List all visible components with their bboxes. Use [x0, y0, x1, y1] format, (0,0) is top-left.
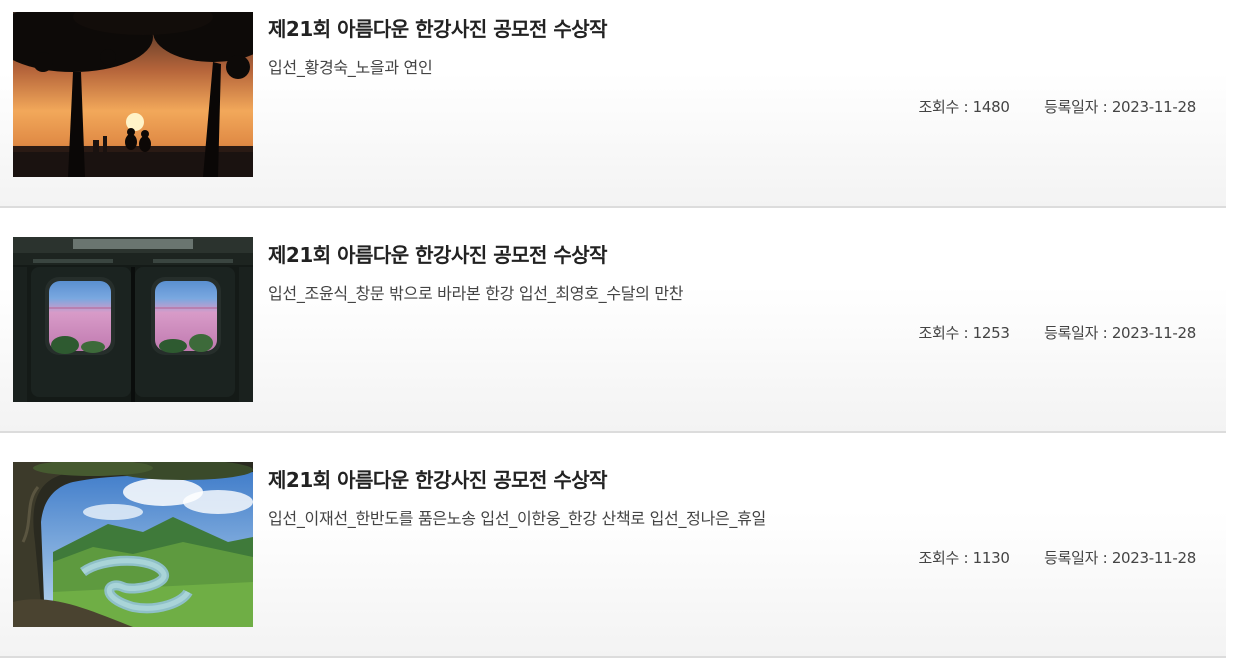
post-date: 등록일자 : 2023-11-28 [1044, 324, 1196, 342]
view-count: 조회수 : 1253 [918, 324, 1010, 342]
post-subtitle: 입선_황경숙_노을과 연인 [268, 58, 433, 77]
list-item[interactable]: 제21회 아름다운 한강사진 공모전 수상작 입선_이재선_한반도를 품은노송 … [0, 433, 1226, 658]
list-item[interactable]: 제21회 아름다운 한강사진 공모전 수상작 입선_조윤식_창문 밖으로 바라본… [0, 208, 1226, 433]
subway-window-image [13, 237, 253, 402]
river-bend-image [13, 462, 253, 627]
view-count: 조회수 : 1130 [918, 549, 1010, 567]
sunset-couple-image [13, 12, 253, 177]
post-meta: 조회수 : 1480 등록일자 : 2023-11-28 [918, 96, 1196, 117]
thumbnail-image[interactable] [13, 462, 253, 627]
view-count: 조회수 : 1480 [918, 98, 1010, 116]
post-title[interactable]: 제21회 아름다운 한강사진 공모전 수상작 [268, 464, 608, 493]
post-subtitle: 입선_조윤식_창문 밖으로 바라본 한강 입선_최영호_수달의 만찬 [268, 284, 684, 303]
post-date: 등록일자 : 2023-11-28 [1044, 549, 1196, 567]
post-meta: 조회수 : 1253 등록일자 : 2023-11-28 [918, 322, 1196, 343]
post-title[interactable]: 제21회 아름다운 한강사진 공모전 수상작 [268, 13, 608, 42]
post-subtitle: 입선_이재선_한반도를 품은노송 입선_이한웅_한강 산책로 입선_정나은_휴일 [268, 509, 766, 528]
list-item[interactable]: 제21회 아름다운 한강사진 공모전 수상작 입선_황경숙_노을과 연인 조회수… [0, 0, 1226, 208]
post-date: 등록일자 : 2023-11-28 [1044, 98, 1196, 116]
post-title[interactable]: 제21회 아름다운 한강사진 공모전 수상작 [268, 239, 608, 268]
thumbnail-image[interactable] [13, 237, 253, 402]
thumbnail-image[interactable] [13, 12, 253, 177]
post-list: 제21회 아름다운 한강사진 공모전 수상작 입선_황경숙_노을과 연인 조회수… [0, 0, 1226, 658]
post-meta: 조회수 : 1130 등록일자 : 2023-11-28 [918, 547, 1196, 568]
